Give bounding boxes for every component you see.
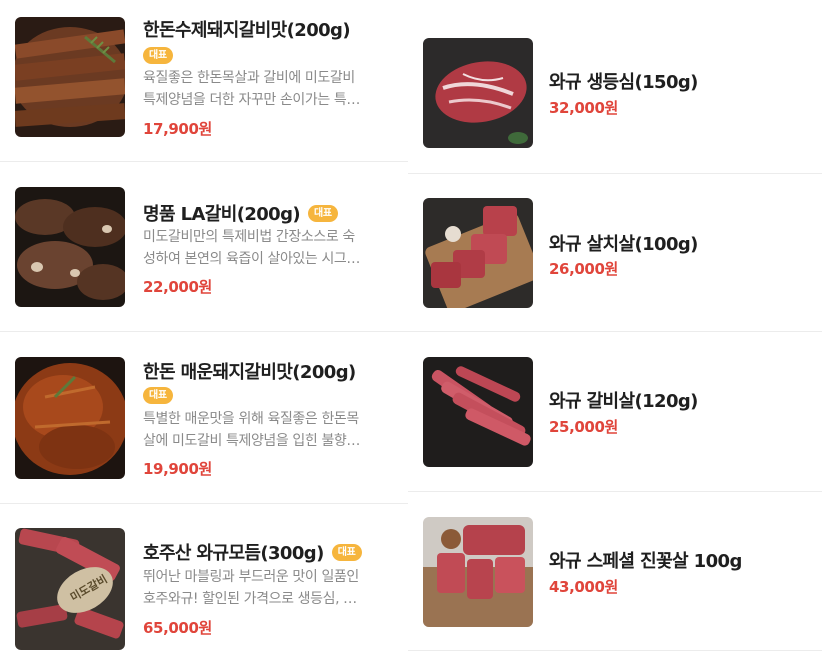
item-title[interactable]: 와규 갈비살(120g) — [549, 387, 698, 413]
menu-item-la-galbi[interactable]: 명품 LA갈비(200g) 대표 미도갈비만의 특제비법 간장소스로 숙 성하여… — [0, 162, 408, 332]
divider — [408, 650, 822, 651]
item-title[interactable]: 한돈 매운돼지갈비맛(200g) — [143, 358, 356, 384]
item-title[interactable]: 와규 생등심(150g) — [549, 68, 698, 94]
item-price: 26,000원 — [549, 260, 618, 278]
representative-badge: 대표 — [143, 47, 173, 64]
menu-item-wagyu-rib-finger[interactable]: 와규 갈비살(120g) 25,000원 — [408, 332, 822, 492]
menu-item-wagyu-sirloin[interactable]: 와규 생등심(150g) 32,000원 — [408, 0, 822, 174]
menu-item-wagyu-chuck-flap[interactable]: 와규 살치살(100g) 26,000원 — [408, 174, 822, 332]
item-title[interactable]: 와규 살치살(100g) — [549, 230, 698, 256]
menu-item-wagyu-assortment[interactable]: 미도갈비 호주산 와규모듬(300g) 대표 뛰어난 마블링과 부드러운 맛이 … — [0, 504, 408, 657]
item-price: 19,900원 — [143, 460, 212, 478]
spicy-pork-ribs-image[interactable] — [15, 357, 125, 479]
wagyu-special-cut-image[interactable] — [423, 517, 533, 627]
menu-item-pork-ribs[interactable]: 한돈수제돼지갈비맛(200g) 대표 육질좋은 한돈목살과 갈비에 미도갈비 특… — [0, 0, 408, 162]
wagyu-assortment-image[interactable]: 미도갈비 — [15, 528, 125, 650]
item-description: 뛰어난 마블링과 부드러운 맛이 일품인 호주와규! 할인된 가격으로 생등심,… — [143, 569, 359, 607]
menu-item-spicy-pork-ribs[interactable]: 한돈 매운돼지갈비맛(200g) 대표 특별한 매운맛을 위해 육질좋은 한돈목… — [0, 332, 408, 504]
wagyu-chuck-flap-image[interactable] — [423, 198, 533, 308]
item-title[interactable]: 호주산 와규모듬(300g) — [143, 539, 324, 565]
representative-badge: 대표 — [331, 543, 362, 561]
representative-badge: 대표 — [308, 204, 338, 222]
menu-grid: 한돈수제돼지갈비맛(200g) 대표 육질좋은 한돈목살과 갈비에 미도갈비 특… — [0, 0, 822, 657]
item-title[interactable]: 한돈수제돼지갈비맛(200g) — [143, 16, 351, 42]
item-price: 65,000원 — [143, 619, 212, 637]
la-galbi-image[interactable] — [15, 187, 125, 307]
item-description: 특별한 매운맛을 위해 육질좋은 한돈목 살에 미도갈비 특제양념을 입힌 불향… — [143, 411, 361, 449]
item-price: 22,000원 — [143, 278, 212, 296]
marinated-pork-ribs-image[interactable] — [15, 17, 125, 137]
item-price: 32,000원 — [549, 99, 618, 117]
representative-badge: 대표 — [143, 387, 173, 404]
item-price: 43,000원 — [549, 578, 618, 596]
item-description: 미도갈비만의 특제비법 간장소스로 숙 성하여 본연의 육즙이 살아있는 시그… — [143, 229, 361, 267]
menu-item-wagyu-special-cut[interactable]: 와규 스페셜 진꽃살 100g 43,000원 — [408, 492, 822, 657]
item-price: 17,900원 — [143, 120, 212, 138]
wagyu-rib-finger-image[interactable] — [423, 357, 533, 467]
item-title[interactable]: 명품 LA갈비(200g) — [143, 200, 301, 226]
item-title[interactable]: 와규 스페셜 진꽃살 100g — [549, 547, 742, 573]
item-price: 25,000원 — [549, 418, 618, 436]
wagyu-sirloin-image[interactable] — [423, 38, 533, 148]
item-description: 육질좋은 한돈목살과 갈비에 미도갈비 특제양념을 더한 자꾸만 손이가는 특… — [143, 70, 361, 108]
